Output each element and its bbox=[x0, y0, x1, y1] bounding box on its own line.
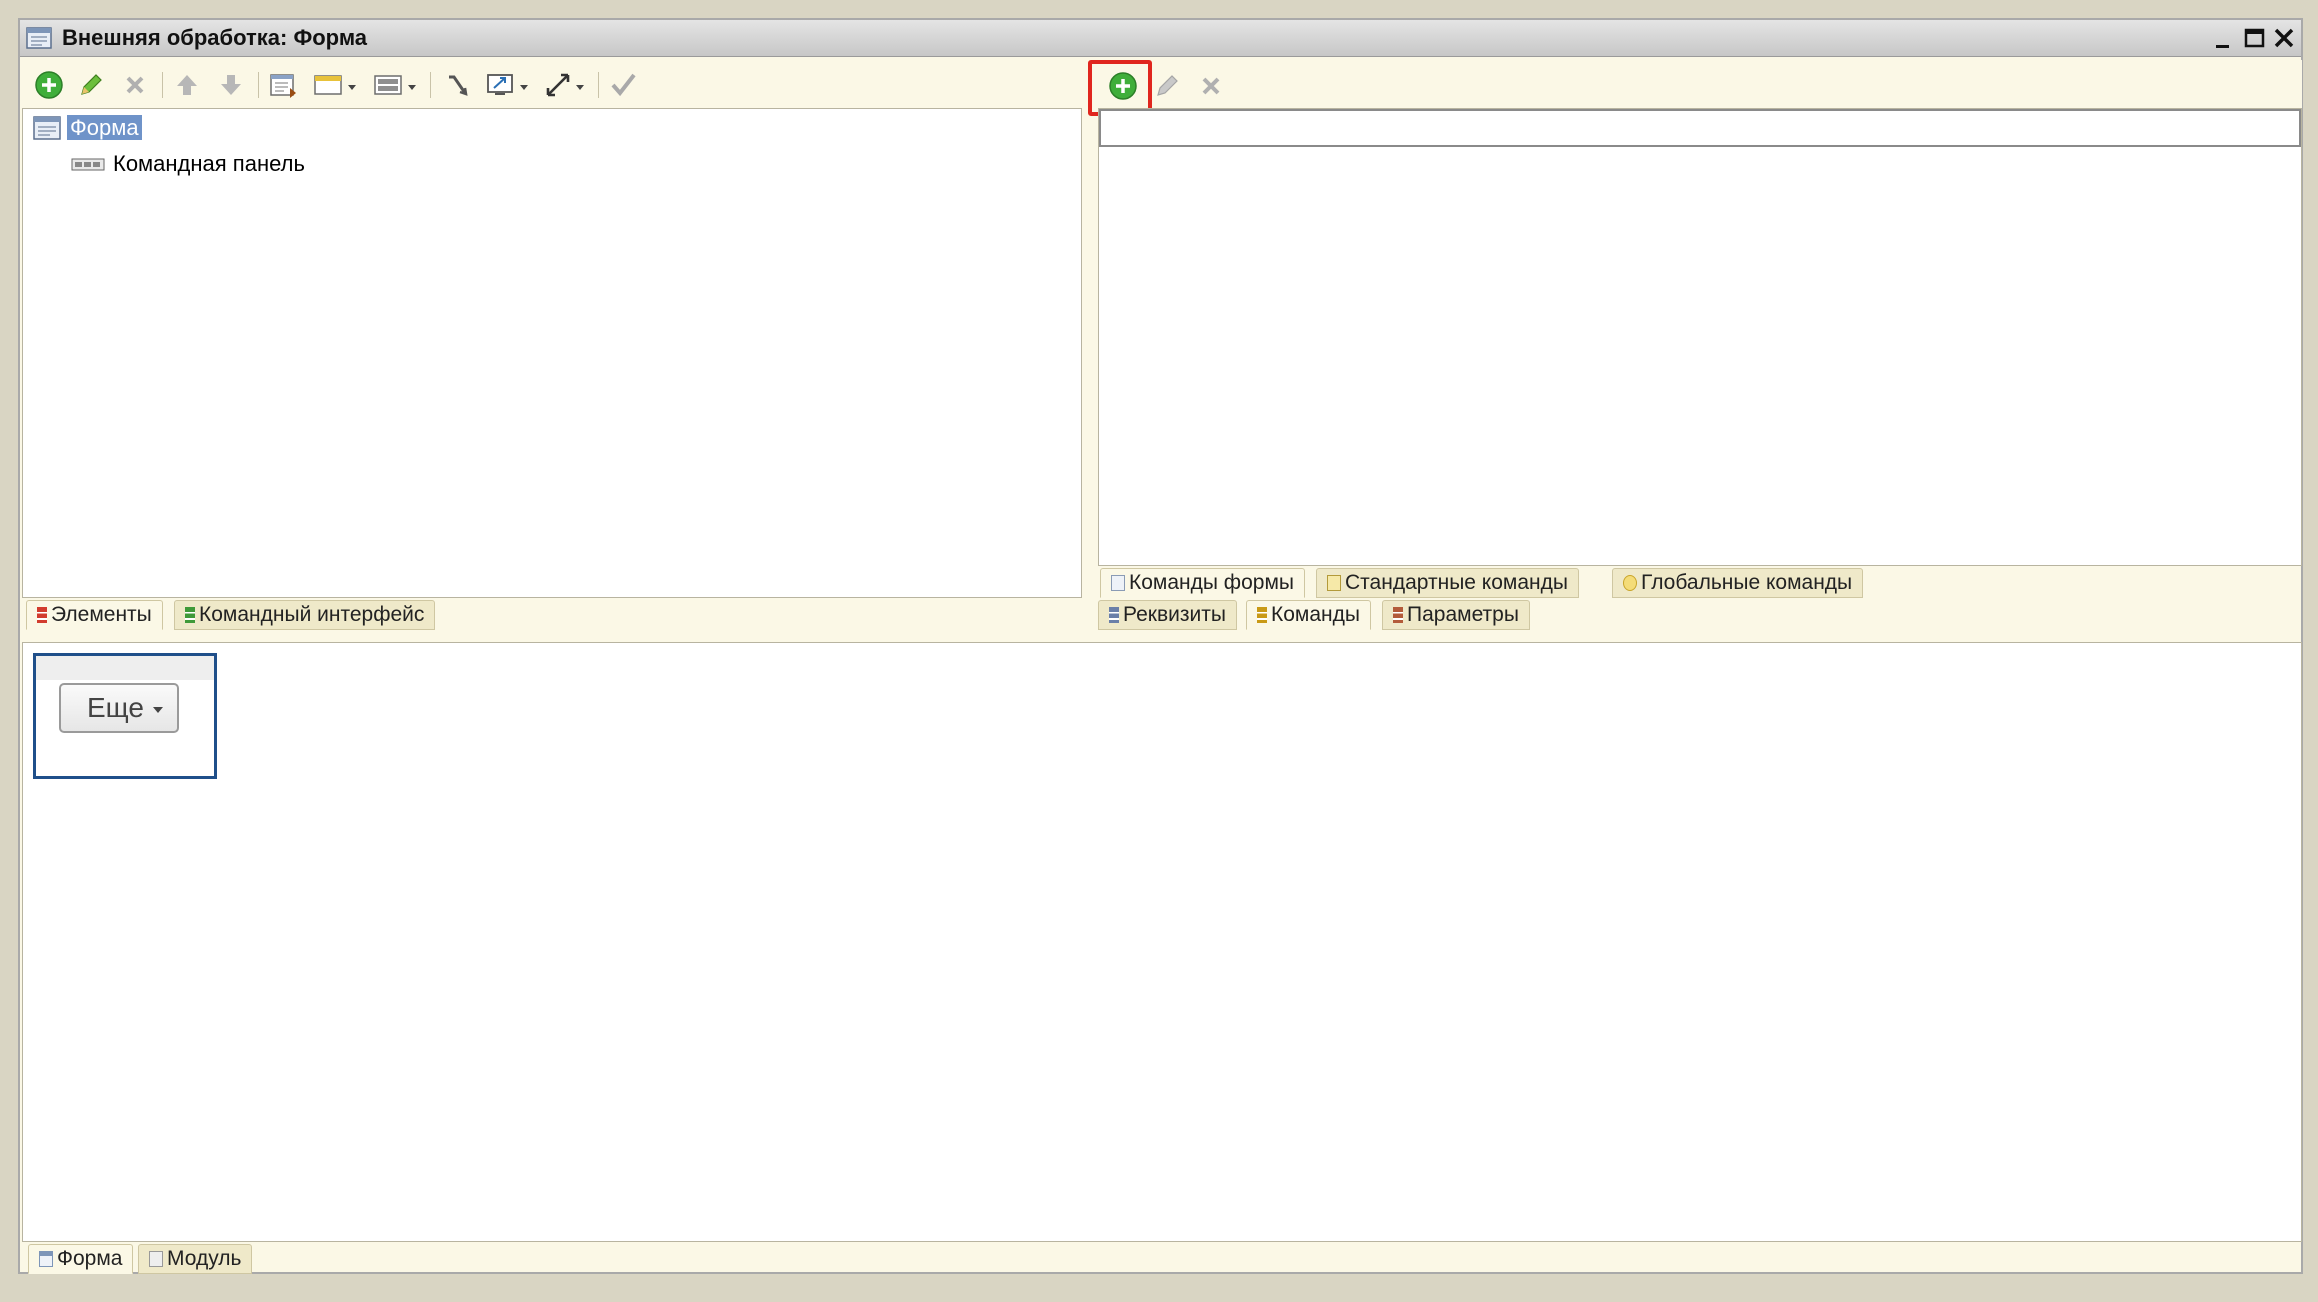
commands-list bbox=[1098, 108, 2302, 566]
tab-module[interactable]: Модуль bbox=[138, 1244, 253, 1274]
tree-item-command-panel[interactable]: Командная панель bbox=[71, 151, 305, 183]
tab-label: Модуль bbox=[167, 1247, 242, 1270]
maximize-button[interactable] bbox=[2240, 24, 2268, 52]
window-layout-dropdown-icon[interactable] bbox=[312, 68, 360, 102]
delete-icon[interactable] bbox=[118, 68, 152, 102]
window-title: Внешняя обработка: Форма bbox=[62, 25, 368, 50]
more-button-label: Еще bbox=[87, 692, 144, 723]
tab-label: Элементы bbox=[51, 603, 152, 626]
form-properties-icon[interactable] bbox=[266, 68, 300, 102]
commands-toolbar bbox=[1094, 60, 2302, 108]
close-button[interactable] bbox=[2270, 24, 2298, 52]
title-bar: Внешняя обработка: Форма bbox=[20, 20, 2301, 57]
tab-label: Команды bbox=[1271, 603, 1360, 626]
commands-tabs: Реквизиты Команды Параметры bbox=[1098, 598, 2302, 630]
move-up-icon[interactable] bbox=[170, 68, 204, 102]
tab-form-commands[interactable]: Команды формы bbox=[1100, 568, 1305, 598]
tab-form[interactable]: Форма bbox=[28, 1244, 134, 1274]
tab-requisites[interactable]: Реквизиты bbox=[1098, 600, 1237, 630]
form-icon bbox=[33, 115, 61, 141]
tab-parameters[interactable]: Параметры bbox=[1382, 600, 1530, 630]
elements-toolbar bbox=[22, 60, 1082, 108]
elements-tree: Форма Командная панель bbox=[22, 108, 1082, 598]
edit-command-icon[interactable] bbox=[1150, 69, 1184, 103]
designer-window: Внешняя обработка: Форма Форма Командная… bbox=[18, 18, 2303, 1274]
chevron-down-icon bbox=[153, 707, 163, 713]
tab-label: Форма bbox=[57, 1247, 123, 1270]
tree-item-label: Командная панель bbox=[113, 151, 305, 176]
tree-item-form[interactable]: Форма bbox=[33, 115, 142, 147]
delete-command-icon[interactable] bbox=[1194, 69, 1228, 103]
add-icon[interactable] bbox=[32, 68, 66, 102]
check-icon[interactable] bbox=[606, 68, 640, 102]
command-panel-icon bbox=[71, 153, 105, 171]
form-preview: Еще bbox=[22, 642, 2302, 1242]
group-layout-dropdown-icon[interactable] bbox=[372, 68, 420, 102]
tab-global-commands[interactable]: Глобальные команды bbox=[1612, 568, 1864, 598]
tab-label: Стандартные команды bbox=[1345, 571, 1568, 594]
tab-label: Глобальные команды bbox=[1641, 571, 1853, 594]
tab-elements[interactable]: Элементы bbox=[26, 600, 163, 630]
form-window-icon bbox=[26, 26, 52, 50]
move-down-icon[interactable] bbox=[214, 68, 248, 102]
tab-standard-commands[interactable]: Стандартные команды bbox=[1316, 568, 1579, 598]
tab-label: Параметры bbox=[1407, 603, 1519, 626]
bottom-tabs: Форма Модуль bbox=[22, 1242, 2302, 1274]
tree-item-label: Форма bbox=[67, 115, 142, 140]
resize-dropdown-icon[interactable] bbox=[542, 68, 590, 102]
minimize-button[interactable] bbox=[2210, 24, 2238, 52]
commands-subtabs: Команды формы Стандартные команды Глобал… bbox=[1098, 566, 2302, 598]
preview-dropdown-icon[interactable] bbox=[484, 68, 532, 102]
link-icon[interactable] bbox=[440, 68, 474, 102]
tab-label: Командный интерфейс bbox=[199, 603, 425, 626]
more-button[interactable]: Еще bbox=[59, 683, 179, 733]
commands-search-input[interactable] bbox=[1099, 109, 2301, 147]
tab-label: Реквизиты bbox=[1123, 603, 1226, 626]
tab-command-interface[interactable]: Командный интерфейс bbox=[174, 600, 436, 630]
tab-label: Команды формы bbox=[1129, 571, 1294, 594]
elements-tabs: Элементы Командный интерфейс bbox=[22, 598, 1082, 630]
edit-icon[interactable] bbox=[74, 68, 108, 102]
tab-commands[interactable]: Команды bbox=[1246, 600, 1371, 630]
